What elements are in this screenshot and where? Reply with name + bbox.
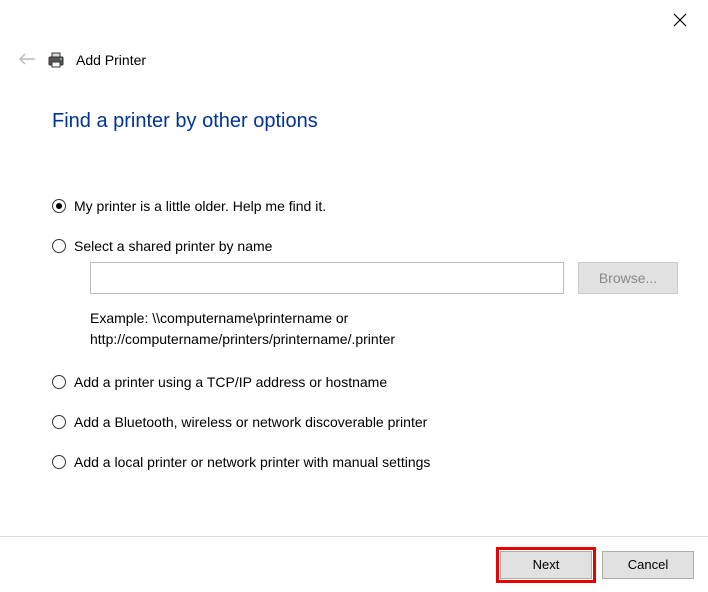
radio-icon	[52, 415, 66, 429]
radio-icon	[52, 239, 66, 253]
shared-printer-block: Browse... Example: \\computername\printe…	[90, 262, 678, 350]
browse-button: Browse...	[578, 262, 678, 294]
option-label: Select a shared printer by name	[74, 238, 272, 254]
example-line2: http://computername/printers/printername…	[90, 329, 565, 350]
printer-icon	[46, 50, 66, 70]
page-heading: Find a printer by other options	[52, 110, 318, 133]
back-arrow-icon	[18, 51, 36, 69]
option-older-printer[interactable]: My printer is a little older. Help me fi…	[52, 198, 678, 214]
footer-bar: Next Cancel	[0, 536, 708, 592]
option-label: Add a printer using a TCP/IP address or …	[74, 374, 387, 390]
wizard-header: Add Printer	[18, 50, 146, 70]
example-text: Example: \\computername\printername or h…	[90, 308, 565, 350]
option-label: My printer is a little older. Help me fi…	[74, 198, 326, 214]
option-bluetooth-printer[interactable]: Add a Bluetooth, wireless or network dis…	[52, 414, 678, 430]
option-local-printer[interactable]: Add a local printer or network printer w…	[52, 454, 678, 470]
options-group: My printer is a little older. Help me fi…	[52, 198, 678, 484]
close-icon	[673, 13, 687, 27]
example-line1: Example: \\computername\printername or	[90, 308, 565, 329]
option-shared-printer[interactable]: Select a shared printer by name	[52, 238, 678, 254]
option-label: Add a local printer or network printer w…	[74, 454, 430, 470]
wizard-title: Add Printer	[76, 52, 146, 68]
option-label: Add a Bluetooth, wireless or network dis…	[74, 414, 427, 430]
option-tcpip-printer[interactable]: Add a printer using a TCP/IP address or …	[52, 374, 678, 390]
radio-icon	[52, 375, 66, 389]
shared-printer-input[interactable]	[90, 262, 564, 294]
radio-icon	[52, 199, 66, 213]
next-button[interactable]: Next	[500, 551, 592, 579]
close-button[interactable]	[670, 10, 690, 30]
cancel-button[interactable]: Cancel	[602, 551, 694, 579]
radio-icon	[52, 455, 66, 469]
